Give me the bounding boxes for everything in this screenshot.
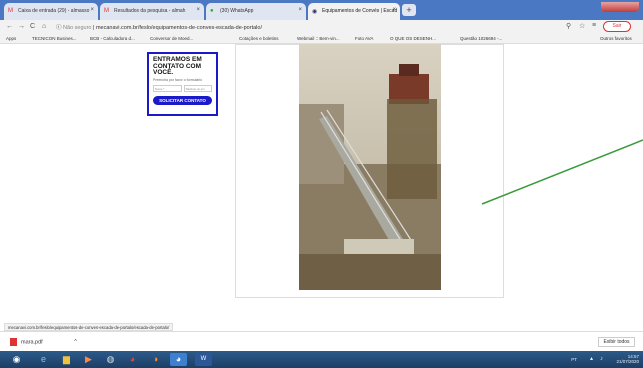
tab-gmail-search[interactable]: M Resultados da pesquisa - almah × bbox=[100, 3, 204, 20]
bookmark-item[interactable]: Apps bbox=[6, 36, 16, 41]
home-icon[interactable]: ⌂ bbox=[42, 23, 46, 30]
folder-icon[interactable]: ▆ bbox=[58, 353, 75, 366]
tab-label: (30) WhatsApp bbox=[220, 8, 254, 14]
name-field[interactable]: Nome * bbox=[153, 84, 182, 92]
bookmarks-bar: Apps TECNICON Busines... BCB - Calculado… bbox=[0, 34, 643, 44]
address-bar-row: ← → C ⌂ ⓘ Não seguro | mecanavi.com.br/f… bbox=[0, 20, 643, 34]
close-icon[interactable]: × bbox=[196, 7, 200, 13]
security-label: Não seguro bbox=[63, 25, 92, 31]
tab-whatsapp[interactable]: ● (30) WhatsApp × bbox=[206, 3, 306, 20]
bookmark-item[interactable]: BCB - Calculadora d... bbox=[90, 36, 135, 41]
chrome-icon[interactable]: ◕ bbox=[124, 353, 141, 366]
volume-icon[interactable]: ♪ bbox=[600, 356, 603, 362]
bookmark-item[interactable]: Cotações e boletins bbox=[239, 36, 279, 41]
clock-date: 21/07/2020 bbox=[616, 359, 639, 364]
tab-gmail-inbox[interactable]: M Caixa de entrada (29) - almasso × bbox=[4, 3, 98, 20]
extensions-icon[interactable]: ≡ bbox=[592, 22, 596, 29]
language-indicator[interactable]: PT bbox=[571, 357, 577, 362]
reload-icon[interactable]: C bbox=[30, 23, 35, 30]
window-controls[interactable] bbox=[601, 2, 639, 12]
bookmark-item[interactable]: O QUE OS DESENH... bbox=[390, 36, 436, 41]
pdf-icon bbox=[10, 338, 17, 346]
zoom-icon[interactable]: ⚲ bbox=[566, 22, 571, 30]
sair-label: Sair bbox=[612, 23, 622, 29]
star-icon[interactable]: ☆ bbox=[579, 22, 585, 30]
word-icon[interactable]: W bbox=[195, 353, 212, 366]
system-tray: PT ▴ ♪ 14:57 21/07/2020 bbox=[571, 354, 639, 364]
gmail-icon: M bbox=[104, 8, 109, 14]
tab-label: Resultados da pesquisa - almah bbox=[114, 8, 186, 14]
phone-field[interactable]: Telefone ou em bbox=[183, 84, 212, 92]
profile-button[interactable]: Sair bbox=[603, 21, 631, 32]
chevron-up-icon[interactable]: ^ bbox=[74, 339, 77, 345]
show-all-button[interactable]: Exibir todos bbox=[598, 337, 635, 347]
request-contact-button[interactable]: SOLICITAR CONTATO bbox=[153, 95, 212, 105]
download-file: mara.pdf bbox=[21, 339, 43, 346]
bookmark-item[interactable]: Foto AVA bbox=[355, 36, 373, 41]
tab-equipamentos[interactable]: ◉ Equipamentos de Convés | Escad × bbox=[308, 3, 400, 20]
app-icon[interactable]: ◍ bbox=[102, 353, 119, 366]
start-icon[interactable]: ◉ bbox=[8, 353, 25, 366]
info-icon: ⓘ bbox=[56, 25, 64, 31]
ie-icon[interactable]: e bbox=[35, 353, 52, 366]
site-icon: ◉ bbox=[312, 9, 318, 15]
close-icon[interactable]: × bbox=[298, 7, 302, 13]
tab-strip: M Caixa de entrada (29) - almasso × M Re… bbox=[0, 0, 643, 20]
tab-label: Equipamentos de Convés | Escad bbox=[322, 8, 398, 14]
contact-title: ENTRAMOS EM CONTATO COM VOCÊ. bbox=[153, 56, 202, 76]
chrome-active-icon[interactable]: ◕ bbox=[170, 353, 187, 366]
address-field[interactable]: ⓘ Não seguro | mecanavi.com.br/feslo/equ… bbox=[56, 23, 262, 31]
status-url: mecanavi.com.br/feslo/equipamentos-de-co… bbox=[4, 323, 174, 331]
media-icon[interactable]: ▶ bbox=[80, 353, 97, 366]
gangway-photo bbox=[299, 44, 441, 290]
forward-icon[interactable]: → bbox=[18, 23, 25, 30]
clock[interactable]: 14:57 21/07/2020 bbox=[609, 354, 639, 364]
download-item[interactable]: mara.pdf ^ bbox=[10, 338, 77, 346]
whatsapp-icon: ● bbox=[210, 8, 214, 14]
network-icon[interactable]: ▴ bbox=[590, 356, 593, 362]
download-bar: mara.pdf ^ Exibir todos bbox=[0, 331, 643, 351]
contact-subtitle: Preencha por favor o formulário bbox=[153, 77, 203, 82]
bookmark-item[interactable]: Questão 1026694 -... bbox=[460, 36, 502, 41]
url-text: mecanavi.com.br/feslo/equipamentos-de-co… bbox=[95, 25, 262, 31]
bookmark-item[interactable]: Webmail :: Bem-vin... bbox=[297, 36, 340, 41]
close-icon[interactable]: × bbox=[90, 7, 94, 13]
taskbar: ◉ e ▆ ▶ ◍ ◕ ◑ ◕ W PT ▴ ♪ 14:57 21/07/202… bbox=[0, 351, 643, 368]
bookmark-item[interactable]: Conversor de Moed... bbox=[150, 36, 193, 41]
firefox-icon[interactable]: ◑ bbox=[147, 353, 164, 366]
bookmark-item[interactable]: TECNICON Busines... bbox=[32, 36, 77, 41]
close-icon[interactable]: × bbox=[392, 7, 396, 13]
gmail-icon: M bbox=[8, 8, 13, 14]
tab-label: Caixa de entrada (29) - almasso bbox=[18, 8, 90, 14]
bookmark-item[interactable]: Outros favoritos bbox=[600, 36, 632, 41]
contact-form-card: ENTRAMOS EM CONTATO COM VOCÊ. Preencha p… bbox=[147, 52, 218, 116]
new-tab-button[interactable]: + bbox=[402, 4, 416, 16]
back-icon[interactable]: ← bbox=[6, 23, 13, 30]
